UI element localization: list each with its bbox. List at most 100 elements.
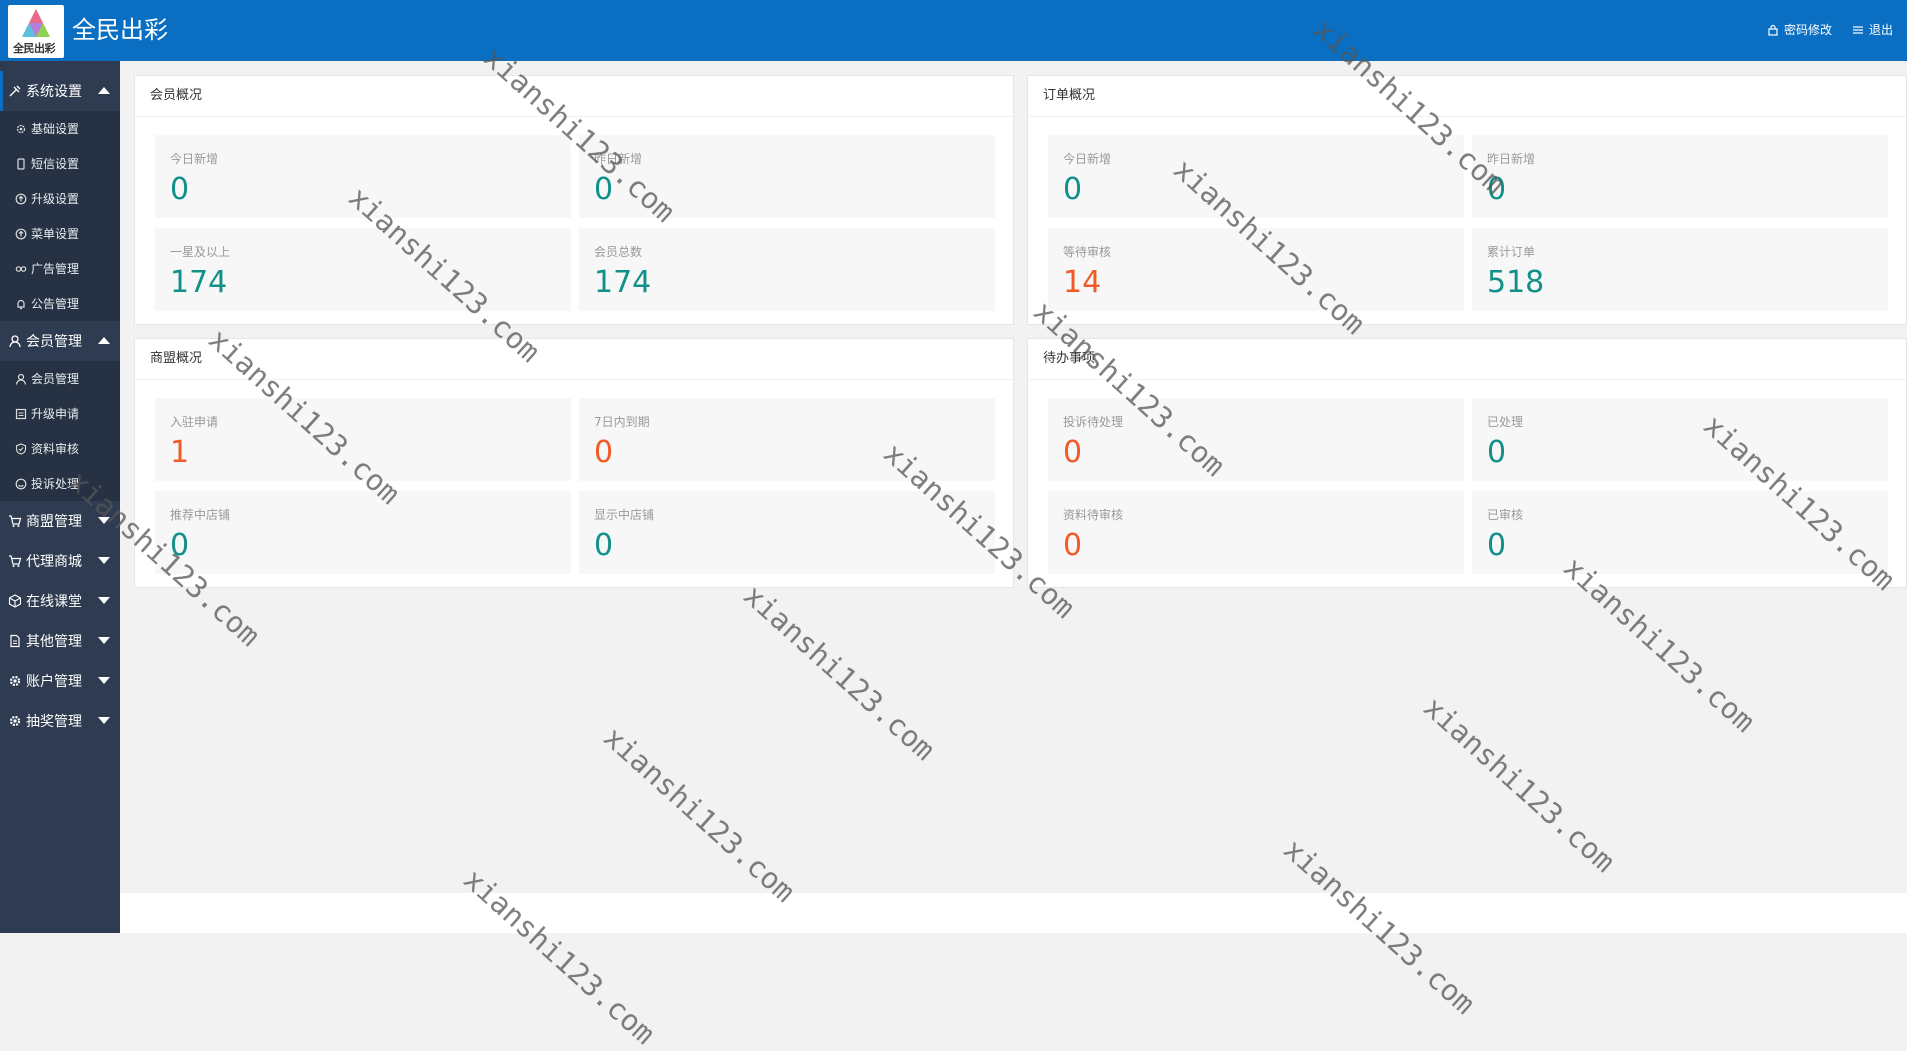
- cart-icon: [8, 514, 22, 528]
- card-title: 会员概况: [135, 76, 1013, 117]
- sidebar-item-member-management[interactable]: 会员管理: [0, 361, 120, 396]
- link-icon: [15, 263, 27, 275]
- logout-link[interactable]: 退出: [1852, 21, 1893, 38]
- stat-yesterday-new-orders: 昨日新增 0: [1472, 135, 1888, 218]
- stat-label: 昨日新增: [594, 152, 643, 166]
- sidebar-item-label: 公告管理: [31, 297, 80, 311]
- caret-up-icon: [98, 337, 110, 344]
- stat-label: 显示中店铺: [594, 508, 655, 522]
- sidebar-item-ad-management[interactable]: 广告管理: [0, 251, 120, 286]
- menu-group-agent-mall[interactable]: 代理商城: [0, 541, 120, 581]
- logo[interactable]: 全民出彩: [8, 5, 64, 58]
- stat-expiring-in-7-days: 7日内到期 0: [579, 398, 995, 481]
- sidebar-item-label: 广告管理: [31, 262, 80, 276]
- sidebar-item-sms-settings[interactable]: 短信设置: [0, 146, 120, 181]
- card-title: 商盟概况: [135, 339, 1013, 380]
- gear-icon: [8, 714, 22, 728]
- menu-group-label: 系统设置: [26, 84, 82, 100]
- menu-group-label: 在线课堂: [26, 594, 82, 610]
- upgrade-circle-icon: [15, 193, 27, 205]
- caret-down-icon: [98, 677, 110, 684]
- stat-today-new-members: 今日新增 0: [155, 135, 571, 218]
- menu-group-lottery-management[interactable]: 抽奖管理: [0, 701, 120, 741]
- stat-pending-review-orders: 等待审核 14: [1048, 228, 1464, 311]
- sidebar-item-label: 升级申请: [31, 407, 80, 421]
- stat-value: 174: [594, 265, 652, 300]
- stat-complaints-pending: 投诉待处理 0: [1048, 398, 1464, 481]
- stat-entry-applications: 入驻申请 1: [155, 398, 571, 481]
- stat-value: 518: [1487, 265, 1545, 300]
- menu-group-label: 商盟管理: [26, 514, 82, 530]
- order-overview-card: 订单概况 今日新增 0 昨日新增 0 等待审核 14 累计订单 518: [1027, 75, 1907, 325]
- stat-label: 昨日新增: [1487, 152, 1536, 166]
- caret-down-icon: [98, 557, 110, 564]
- stat-value: 0: [1487, 172, 1507, 207]
- menu-group-label: 账户管理: [26, 674, 82, 690]
- stat-label: 推荐中店铺: [170, 508, 231, 522]
- top-bar: 全民出彩 全民出彩 密码修改 退出: [0, 0, 1907, 61]
- sidebar-item-menu-settings[interactable]: 菜单设置: [0, 216, 120, 251]
- stat-label: 今日新增: [170, 152, 219, 166]
- cart-icon: [8, 554, 22, 568]
- card-title: 待办事项: [1028, 339, 1906, 380]
- menu-group-label: 会员管理: [26, 334, 82, 350]
- stat-value: 0: [594, 528, 614, 563]
- sidebar-item-upgrade-application[interactable]: 升级申请: [0, 396, 120, 431]
- sidebar-item-upgrade-settings[interactable]: 升级设置: [0, 181, 120, 216]
- menu-group-other-management[interactable]: 其他管理: [0, 621, 120, 661]
- stat-value: 0: [170, 528, 190, 563]
- caret-down-icon: [98, 637, 110, 644]
- stat-label: 7日内到期: [594, 415, 650, 429]
- sidebar-item-complaint-handling[interactable]: 投诉处理: [0, 466, 120, 501]
- stat-one-star-and-above: 一星及以上 174: [155, 228, 571, 311]
- stat-value: 1: [170, 435, 190, 470]
- stat-reviewed: 已审核 0: [1472, 491, 1888, 574]
- menu-group-account-management[interactable]: 账户管理: [0, 661, 120, 701]
- password-change-link[interactable]: 密码修改: [1767, 21, 1832, 38]
- stat-label: 已处理: [1487, 415, 1524, 429]
- stat-profiles-pending-review: 资料待审核 0: [1048, 491, 1464, 574]
- stat-value: 0: [1063, 435, 1083, 470]
- sidebar-item-label: 升级设置: [31, 192, 80, 206]
- menu-group-member-management[interactable]: 会员管理: [0, 321, 120, 361]
- logo-triangle-icon: [22, 9, 50, 37]
- sidebar-item-notice-management[interactable]: 公告管理: [0, 286, 120, 321]
- stat-value: 0: [1063, 172, 1083, 207]
- footer-area: [120, 893, 1907, 933]
- stat-displayed-shops: 显示中店铺 0: [579, 491, 995, 574]
- upgrade-circle-icon: [15, 228, 27, 240]
- watermark: xianshi123.com: [457, 862, 662, 1051]
- stat-label: 等待审核: [1063, 245, 1112, 259]
- sidebar-item-profile-review[interactable]: 资料审核: [0, 431, 120, 466]
- sidebar-item-basic-settings[interactable]: 基础设置: [0, 111, 120, 146]
- phone-icon: [15, 157, 27, 170]
- caret-down-icon: [98, 597, 110, 604]
- stat-label: 累计订单: [1487, 245, 1536, 259]
- stat-value: 0: [170, 172, 190, 207]
- stat-label: 投诉待处理: [1063, 415, 1124, 429]
- menu-group-system-settings[interactable]: 系统设置: [0, 71, 120, 111]
- user-icon: [8, 334, 22, 348]
- stat-label: 入驻申请: [170, 415, 219, 429]
- stat-value: 0: [1487, 528, 1507, 563]
- menu-group-alliance-management[interactable]: 商盟管理: [0, 501, 120, 541]
- stat-label: 资料待审核: [1063, 508, 1124, 522]
- sidebar: 系统设置 基础设置 短信设置 升级设置 菜单设置 广告管理 公告管理 会员管理 …: [0, 61, 120, 933]
- stat-label: 今日新增: [1063, 152, 1112, 166]
- caret-down-icon: [98, 717, 110, 724]
- watermark: xianshi123.com: [597, 720, 802, 909]
- stat-label: 已审核: [1487, 508, 1524, 522]
- menu-group-label: 抽奖管理: [26, 714, 82, 730]
- lock-icon: [1768, 24, 1778, 36]
- cube-icon: [8, 594, 22, 608]
- stat-processed: 已处理 0: [1472, 398, 1888, 481]
- stat-value: 14: [1063, 265, 1102, 300]
- logout-label: 退出: [1868, 23, 1893, 37]
- password-change-label: 密码修改: [1783, 23, 1832, 37]
- stat-today-new-orders: 今日新增 0: [1048, 135, 1464, 218]
- menu-group-online-classroom[interactable]: 在线课堂: [0, 581, 120, 621]
- watermark: xianshi123.com: [737, 578, 942, 767]
- stat-value: 0: [1487, 435, 1507, 470]
- stat-total-members: 会员总数 174: [579, 228, 995, 311]
- sidebar-item-label: 菜单设置: [31, 227, 80, 241]
